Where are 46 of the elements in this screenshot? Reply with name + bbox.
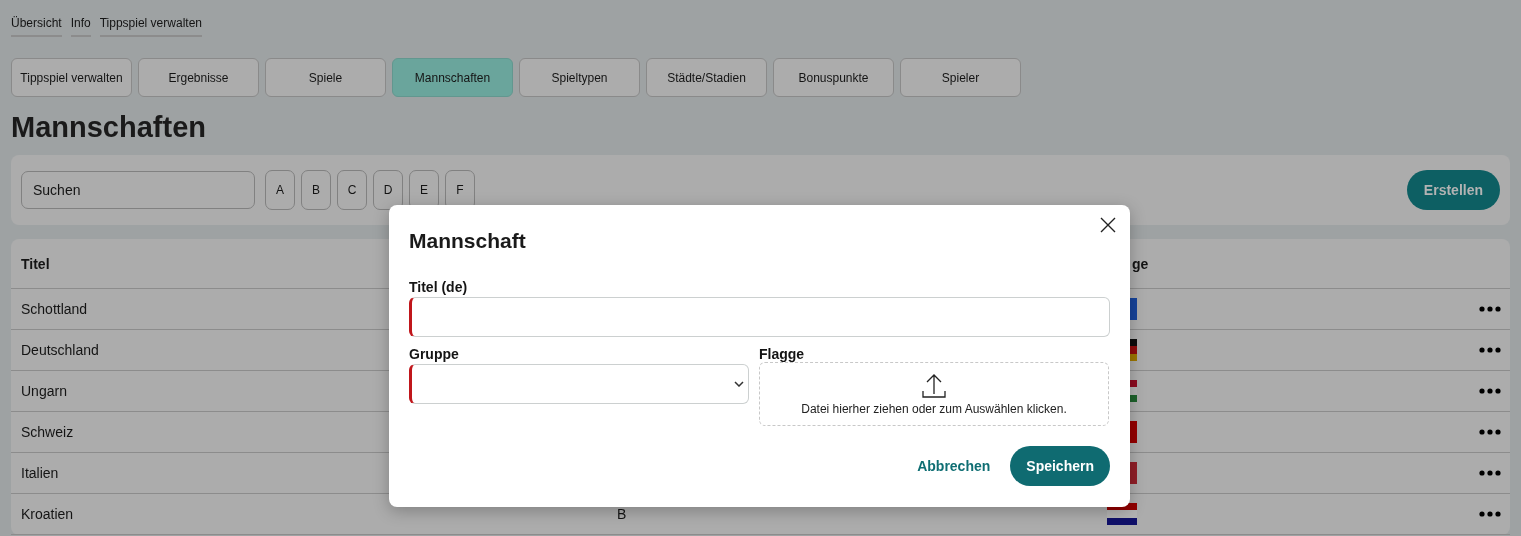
tab[interactable]: Mannschaften — [392, 58, 513, 97]
tab[interactable]: Spieler — [900, 58, 1021, 97]
field-label: Titel (de) — [409, 279, 469, 295]
letter-filter-button[interactable]: C — [337, 170, 367, 210]
cancel-button[interactable]: Abbrechen — [917, 458, 991, 474]
save-button[interactable]: Speichern — [1010, 446, 1110, 486]
more-icon[interactable] — [1479, 306, 1501, 312]
more-icon[interactable] — [1479, 388, 1501, 394]
table-cell: Deutschland — [21, 342, 99, 358]
field-label: Gruppe — [409, 346, 460, 362]
tab[interactable]: Spieltypen — [519, 58, 640, 97]
letter-filter-button[interactable]: D — [373, 170, 403, 210]
table-cell: Kroatien — [21, 506, 74, 522]
table-cell: B — [617, 506, 627, 522]
table-cell: Schottland — [21, 301, 88, 317]
column-header: Titel — [21, 255, 50, 272]
search-field[interactable]: Suchen — [21, 171, 255, 209]
table-cell: Italien — [21, 465, 59, 481]
letter-filter-button[interactable]: B — [301, 170, 331, 210]
tab[interactable]: Bonuspunkte — [773, 58, 894, 97]
chevron-down-icon — [734, 381, 744, 387]
drop-zone-hint: Datei hierher ziehen oder zum Auswählen klicken. — [801, 401, 1067, 416]
breadcrumb-link[interactable]: Übersicht — [11, 16, 62, 37]
more-icon[interactable] — [1479, 429, 1501, 435]
close-icon[interactable] — [1100, 217, 1116, 233]
table-cell: Ungarn — [21, 383, 67, 399]
more-icon[interactable] — [1479, 347, 1501, 353]
breadcrumb-link[interactable]: Info — [70, 16, 91, 37]
field-label: Flagge — [759, 346, 806, 362]
letter-filter-button[interactable]: A — [265, 170, 295, 210]
breadcrumb-link[interactable]: Tippspiel verwalten — [99, 16, 202, 37]
create-button[interactable]: Erstellen — [1406, 170, 1500, 210]
file-drop-zone[interactable]: Datei hierher ziehen oder zum Auswählen klicken. — [759, 362, 1109, 426]
tab[interactable]: Ergebnisse — [138, 58, 259, 97]
tab[interactable]: Städte/Stadien — [646, 58, 767, 97]
column-header: ge — [1132, 255, 1149, 272]
select-field[interactable] — [409, 364, 749, 404]
more-icon[interactable] — [1479, 511, 1501, 517]
tab[interactable]: Spiele — [265, 58, 386, 97]
modal-title: Mannschaft — [409, 229, 526, 253]
table-cell: Schweiz — [21, 424, 74, 440]
more-icon[interactable] — [1479, 470, 1501, 476]
text-field[interactable] — [409, 297, 1110, 337]
upload-icon — [922, 372, 946, 399]
tab[interactable]: Tippspiel verwalten — [11, 58, 132, 97]
page-heading: Mannschaften — [11, 111, 207, 144]
